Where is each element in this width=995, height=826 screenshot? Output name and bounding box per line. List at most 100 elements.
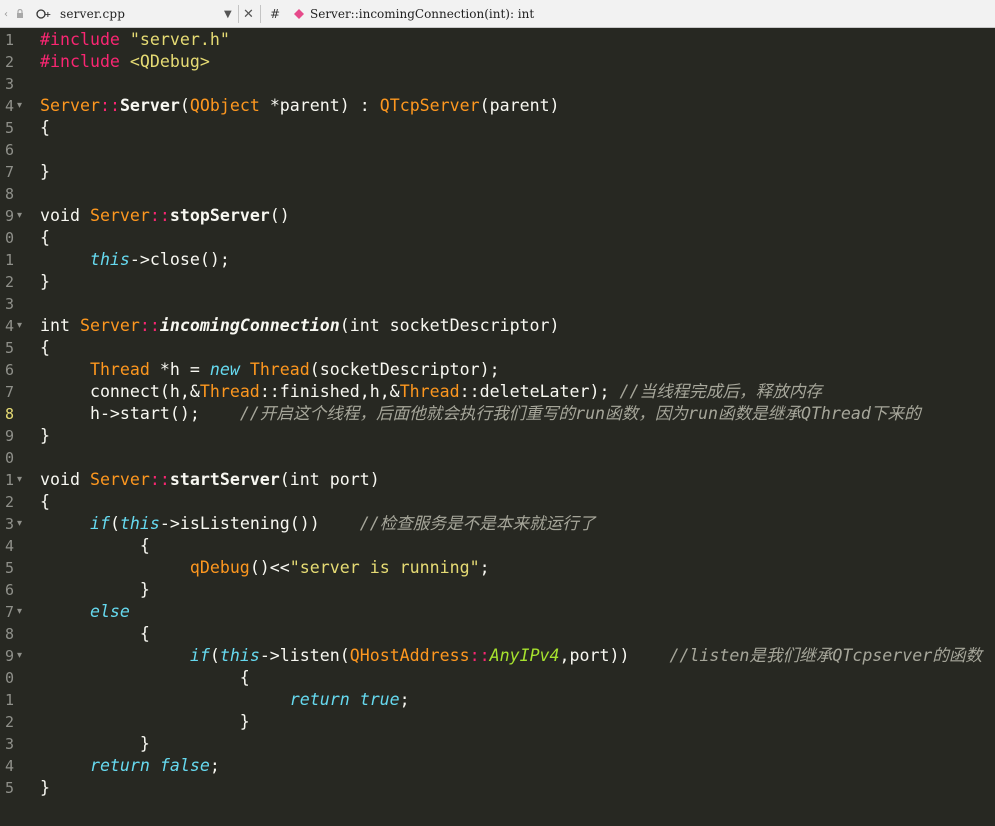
code-token: Server (89, 206, 150, 225)
code-line[interactable]: 1 #include "server.h" (0, 29, 995, 51)
fold-marker-icon[interactable]: ▾ (17, 95, 22, 117)
code-text: } (40, 425, 50, 447)
code-line[interactable]: 6 Thread *h = new Thread(socketDescripto… (0, 359, 995, 381)
method-icon (293, 0, 305, 28)
fold-marker-icon[interactable]: ▾ (17, 315, 22, 337)
code-token: ( (109, 514, 120, 533)
code-token: (socketDescriptor); (309, 360, 500, 379)
code-line[interactable]: 2} (0, 271, 995, 293)
code-line[interactable]: 3 (0, 293, 995, 315)
code-line[interactable]: 5 qDebug()<<"server is running"; (0, 557, 995, 579)
code-token: } (40, 426, 50, 445)
code-line[interactable]: 3 (0, 73, 995, 95)
line-number: 5 (4, 339, 14, 357)
symbol-combo[interactable]: Server::incomingConnection(int): int (310, 0, 534, 28)
code-token: Thread (89, 360, 150, 379)
line-number: 0 (4, 449, 14, 467)
code-token: { (40, 118, 50, 137)
code-line[interactable]: 0{ (0, 227, 995, 249)
code-line[interactable]: 5} (0, 777, 995, 799)
line-number: 9 (4, 427, 14, 445)
code-line[interactable]: 7 ▾ else (0, 601, 995, 623)
code-token: { (40, 624, 150, 643)
code-editor[interactable]: 1 #include "server.h" 2 #include <QDebug> 3 4… (0, 28, 995, 826)
fold-marker-icon[interactable]: ▾ (17, 469, 22, 491)
code-token: //开启这个线程，后面他就会执行我们重写的run函数，因为run函数是继承QTh… (239, 404, 921, 423)
code-line[interactable]: 4 ▾ int Server::incomingConnection(int soc… (0, 315, 995, 337)
code-text: } (40, 161, 50, 183)
code-line[interactable]: 9 ▾ void Server::stopServer() (0, 205, 995, 227)
code-token: ; (479, 558, 490, 577)
code-line[interactable]: 6 } (0, 579, 995, 601)
code-line[interactable]: 8 h->start(); //开启这个线程，后面他就会执行我们重写的run函数… (0, 403, 995, 425)
current-symbol-label: Server::incomingConnection(int): int (310, 7, 535, 21)
code-text: this->close(); (40, 249, 230, 271)
code-text: } (40, 733, 150, 755)
code-token: { (40, 492, 50, 511)
file-name-combo[interactable]: server.cpp (60, 0, 125, 28)
code-line[interactable]: 3 ▾ if(this->isListening()) //检查服务是不是本来就运… (0, 513, 995, 535)
code-line[interactable]: 0 { (0, 667, 995, 689)
code-token: { (40, 228, 50, 247)
code-token: ( (179, 96, 190, 115)
code-line[interactable]: 5{ (0, 117, 995, 139)
code-line[interactable]: 7} (0, 161, 995, 183)
code-token: stopServer (169, 206, 270, 225)
code-token: (int port) (279, 470, 380, 489)
fold-marker-icon[interactable]: ▾ (17, 645, 22, 667)
code-line[interactable]: 4 { (0, 535, 995, 557)
preprocessor-button[interactable]: # (270, 0, 280, 28)
line-number: 0 (4, 669, 14, 687)
code-line[interactable]: 4 return false; (0, 755, 995, 777)
code-text: connect(h,&Thread::finished,h,&Thread::d… (40, 381, 822, 403)
line-number: 2 (4, 273, 14, 291)
code-token: Server (119, 96, 180, 115)
code-token: } (40, 162, 50, 181)
file-dropdown-button[interactable]: ▼ (224, 0, 232, 28)
code-line[interactable]: 2 } (0, 711, 995, 733)
code-text: int Server::incomingConnection(int socke… (40, 315, 560, 337)
code-line[interactable]: 9} (0, 425, 995, 447)
code-token: { (40, 338, 50, 357)
line-number: 8 (4, 405, 14, 423)
code-line[interactable]: 2 #include <QDebug> (0, 51, 995, 73)
line-number: 5 (4, 779, 14, 797)
code-token: ,port)) (559, 646, 670, 665)
close-document-button[interactable]: ✕ (243, 0, 254, 28)
chevron-left-icon[interactable]: ‹ (4, 0, 8, 28)
code-text: { (40, 667, 250, 689)
code-line[interactable]: 6 (0, 139, 995, 161)
code-token: :: (99, 96, 120, 115)
fold-marker-icon[interactable]: ▾ (17, 205, 22, 227)
code-token: *parent) : (259, 96, 380, 115)
code-token: Server (89, 470, 150, 489)
code-line[interactable]: 5{ (0, 337, 995, 359)
code-line[interactable]: 3 } (0, 733, 995, 755)
code-token: this (119, 514, 160, 533)
code-line[interactable]: 8 (0, 183, 995, 205)
code-line[interactable]: 1 ▾ void Server::startServer(int port) (0, 469, 995, 491)
fold-marker-icon[interactable]: ▾ (17, 601, 22, 623)
line-number: 8 (4, 185, 14, 203)
code-token: ->close(); (129, 250, 230, 269)
code-line[interactable]: 2{ (0, 491, 995, 513)
code-line[interactable]: 1 return true; (0, 689, 995, 711)
fold-marker-icon[interactable]: ▾ (17, 513, 22, 535)
code-line[interactable]: 7 connect(h,&Thread::finished,h,&Thread:… (0, 381, 995, 403)
code-token: //检查服务是不是本来就运行了 (359, 514, 596, 533)
code-token: //当线程完成后，释放内存 (619, 382, 823, 401)
code-line[interactable]: 8 { (0, 623, 995, 645)
code-token: (parent) (479, 96, 560, 115)
line-number: 4 (4, 97, 14, 115)
code-line[interactable]: 9 ▾ if(this->listen(QHostAddress::AnyIPv4… (0, 645, 995, 667)
code-line[interactable]: 4 ▾ Server::Server(QObject *parent) : QTcp… (0, 95, 995, 117)
hash-label: # (270, 7, 281, 21)
line-number: 9 (4, 647, 14, 665)
code-line[interactable]: 0 (0, 447, 995, 469)
line-number: 2 (4, 493, 14, 511)
code-text: Server::Server(QObject *parent) : QTcpSe… (40, 95, 560, 117)
code-line[interactable]: 1 this->close(); (0, 249, 995, 271)
code-token: :: (469, 646, 490, 665)
code-token: void (40, 470, 90, 489)
